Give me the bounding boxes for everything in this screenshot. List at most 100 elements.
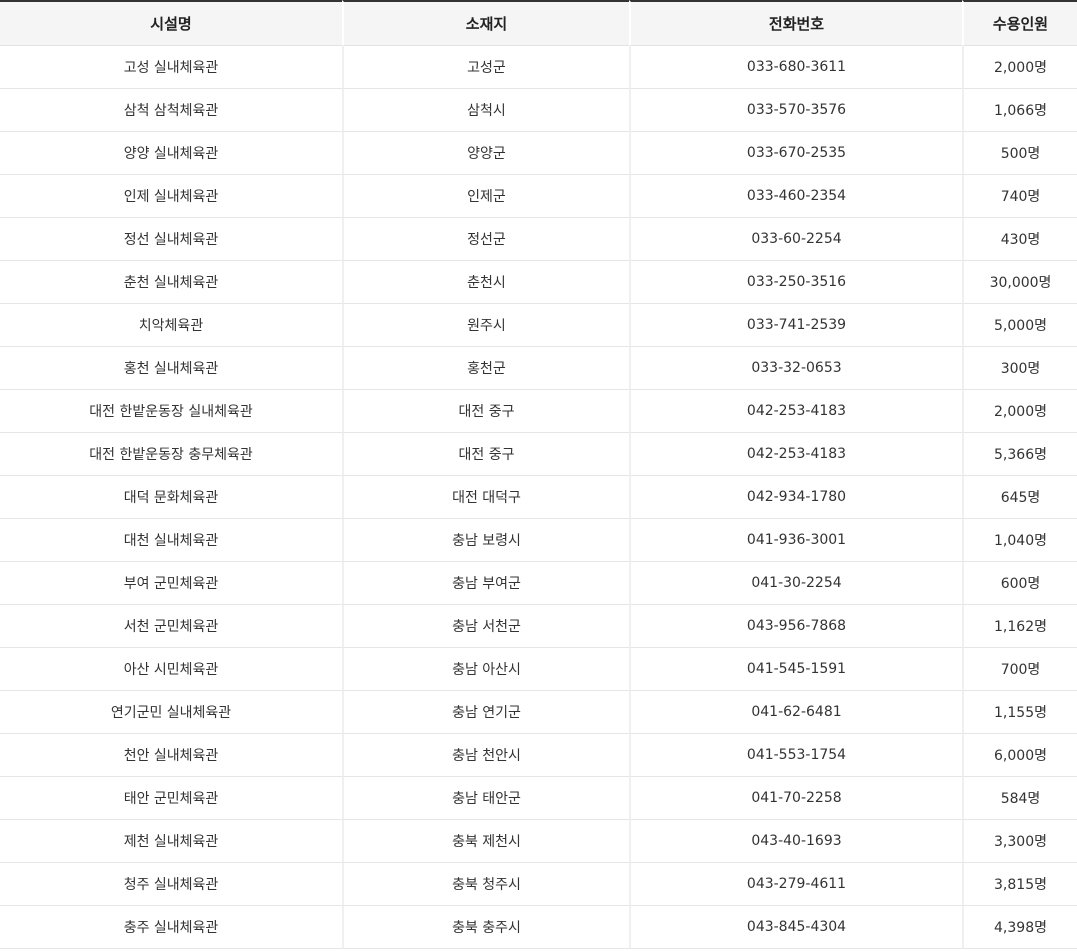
- cell-phone: 041-936-3001: [629, 519, 962, 562]
- cell-facility-name: 대덕 문화체육관: [0, 476, 342, 519]
- cell-capacity: 2,000명: [962, 46, 1077, 89]
- cell-facility-name: 태안 군민체육관: [0, 777, 342, 820]
- cell-location: 홍천군: [342, 347, 629, 390]
- table-row: 천안 실내체육관 충남 천안시 041-553-1754 6,000명: [0, 734, 1077, 777]
- table-row: 충주 실내체육관 충북 충주시 043-845-4304 4,398명: [0, 906, 1077, 949]
- cell-facility-name: 정선 실내체육관: [0, 218, 342, 261]
- cell-capacity: 1,040명: [962, 519, 1077, 562]
- table-row: 치악체육관 원주시 033-741-2539 5,000명: [0, 304, 1077, 347]
- cell-phone: 042-253-4183: [629, 390, 962, 433]
- cell-location: 대전 중구: [342, 433, 629, 476]
- table-row: 정선 실내체육관 정선군 033-60-2254 430명: [0, 218, 1077, 261]
- cell-location: 정선군: [342, 218, 629, 261]
- cell-capacity: 4,398명: [962, 906, 1077, 949]
- cell-capacity: 500명: [962, 132, 1077, 175]
- table-row: 대천 실내체육관 충남 보령시 041-936-3001 1,040명: [0, 519, 1077, 562]
- cell-facility-name: 고성 실내체육관: [0, 46, 342, 89]
- cell-facility-name: 제천 실내체육관: [0, 820, 342, 863]
- table-row: 부여 군민체육관 충남 부여군 041-30-2254 600명: [0, 562, 1077, 605]
- cell-facility-name: 대전 한밭운동장 실내체육관: [0, 390, 342, 433]
- cell-location: 대전 대덕구: [342, 476, 629, 519]
- cell-phone: 041-30-2254: [629, 562, 962, 605]
- table-row: 대전 한밭운동장 실내체육관 대전 중구 042-253-4183 2,000명: [0, 390, 1077, 433]
- table-row: 태안 군민체육관 충남 태안군 041-70-2258 584명: [0, 777, 1077, 820]
- cell-location: 충남 서천군: [342, 605, 629, 648]
- table-row: 홍천 실내체육관 홍천군 033-32-0653 300명: [0, 347, 1077, 390]
- cell-facility-name: 연기군민 실내체육관: [0, 691, 342, 734]
- cell-phone: 033-570-3576: [629, 89, 962, 132]
- cell-capacity: 740명: [962, 175, 1077, 218]
- cell-location: 양양군: [342, 132, 629, 175]
- header-row: 시설명 소재지 전화번호 수용인원: [0, 0, 1077, 46]
- cell-phone: 043-279-4611: [629, 863, 962, 906]
- cell-capacity: 3,300명: [962, 820, 1077, 863]
- cell-facility-name: 춘천 실내체육관: [0, 261, 342, 304]
- cell-phone: 041-62-6481: [629, 691, 962, 734]
- cell-location: 충남 보령시: [342, 519, 629, 562]
- table-row: 아산 시민체육관 충남 아산시 041-545-1591 700명: [0, 648, 1077, 691]
- cell-facility-name: 청주 실내체육관: [0, 863, 342, 906]
- cell-capacity: 1,162명: [962, 605, 1077, 648]
- cell-location: 충북 충주시: [342, 906, 629, 949]
- cell-phone: 041-545-1591: [629, 648, 962, 691]
- cell-facility-name: 충주 실내체육관: [0, 906, 342, 949]
- cell-phone: 033-741-2539: [629, 304, 962, 347]
- cell-capacity: 3,815명: [962, 863, 1077, 906]
- cell-phone: 033-460-2354: [629, 175, 962, 218]
- cell-phone: 043-845-4304: [629, 906, 962, 949]
- cell-location: 충남 부여군: [342, 562, 629, 605]
- table-row: 청주 실내체육관 충북 청주시 043-279-4611 3,815명: [0, 863, 1077, 906]
- cell-phone: 033-250-3516: [629, 261, 962, 304]
- cell-facility-name: 삼척 삼척체육관: [0, 89, 342, 132]
- cell-phone: 033-680-3611: [629, 46, 962, 89]
- cell-phone: 041-553-1754: [629, 734, 962, 777]
- cell-capacity: 1,066명: [962, 89, 1077, 132]
- cell-location: 충남 천안시: [342, 734, 629, 777]
- table-row: 춘천 실내체육관 춘천시 033-250-3516 30,000명: [0, 261, 1077, 304]
- cell-capacity: 645명: [962, 476, 1077, 519]
- cell-facility-name: 아산 시민체육관: [0, 648, 342, 691]
- facility-table-container: 시설명 소재지 전화번호 수용인원 고성 실내체육관 고성군 033-680-361…: [0, 0, 1077, 951]
- cell-facility-name: 양양 실내체육관: [0, 132, 342, 175]
- header-facility-name: 시설명: [0, 0, 342, 46]
- cell-phone: 042-253-4183: [629, 433, 962, 476]
- cell-location: 인제군: [342, 175, 629, 218]
- table-body: 고성 실내체육관 고성군 033-680-3611 2,000명 삼척 삼척체육관 삼척시…: [0, 46, 1077, 949]
- facility-table: 시설명 소재지 전화번호 수용인원 고성 실내체육관 고성군 033-680-361…: [0, 0, 1077, 949]
- cell-location: 삼척시: [342, 89, 629, 132]
- cell-facility-name: 인제 실내체육관: [0, 175, 342, 218]
- cell-phone: 043-40-1693: [629, 820, 962, 863]
- cell-capacity: 700명: [962, 648, 1077, 691]
- cell-phone: 043-956-7868: [629, 605, 962, 648]
- cell-facility-name: 대전 한밭운동장 충무체육관: [0, 433, 342, 476]
- table-header: 시설명 소재지 전화번호 수용인원: [0, 0, 1077, 46]
- table-row: 대덕 문화체육관 대전 대덕구 042-934-1780 645명: [0, 476, 1077, 519]
- cell-phone: 033-60-2254: [629, 218, 962, 261]
- header-phone: 전화번호: [629, 0, 962, 46]
- cell-capacity: 300명: [962, 347, 1077, 390]
- cell-location: 충남 태안군: [342, 777, 629, 820]
- cell-facility-name: 대천 실내체육관: [0, 519, 342, 562]
- cell-location: 고성군: [342, 46, 629, 89]
- cell-facility-name: 서천 군민체육관: [0, 605, 342, 648]
- cell-facility-name: 부여 군민체육관: [0, 562, 342, 605]
- cell-facility-name: 치악체육관: [0, 304, 342, 347]
- cell-location: 대전 중구: [342, 390, 629, 433]
- cell-location: 충남 아산시: [342, 648, 629, 691]
- table-row: 고성 실내체육관 고성군 033-680-3611 2,000명: [0, 46, 1077, 89]
- cell-facility-name: 천안 실내체육관: [0, 734, 342, 777]
- cell-location: 춘천시: [342, 261, 629, 304]
- cell-location: 충남 연기군: [342, 691, 629, 734]
- cell-capacity: 584명: [962, 777, 1077, 820]
- cell-location: 원주시: [342, 304, 629, 347]
- cell-phone: 033-670-2535: [629, 132, 962, 175]
- cell-facility-name: 홍천 실내체육관: [0, 347, 342, 390]
- table-row: 인제 실내체육관 인제군 033-460-2354 740명: [0, 175, 1077, 218]
- cell-phone: 041-70-2258: [629, 777, 962, 820]
- cell-location: 충북 청주시: [342, 863, 629, 906]
- cell-capacity: 2,000명: [962, 390, 1077, 433]
- cell-capacity: 600명: [962, 562, 1077, 605]
- cell-location: 충북 제천시: [342, 820, 629, 863]
- cell-capacity: 1,155명: [962, 691, 1077, 734]
- table-row: 대전 한밭운동장 충무체육관 대전 중구 042-253-4183 5,366명: [0, 433, 1077, 476]
